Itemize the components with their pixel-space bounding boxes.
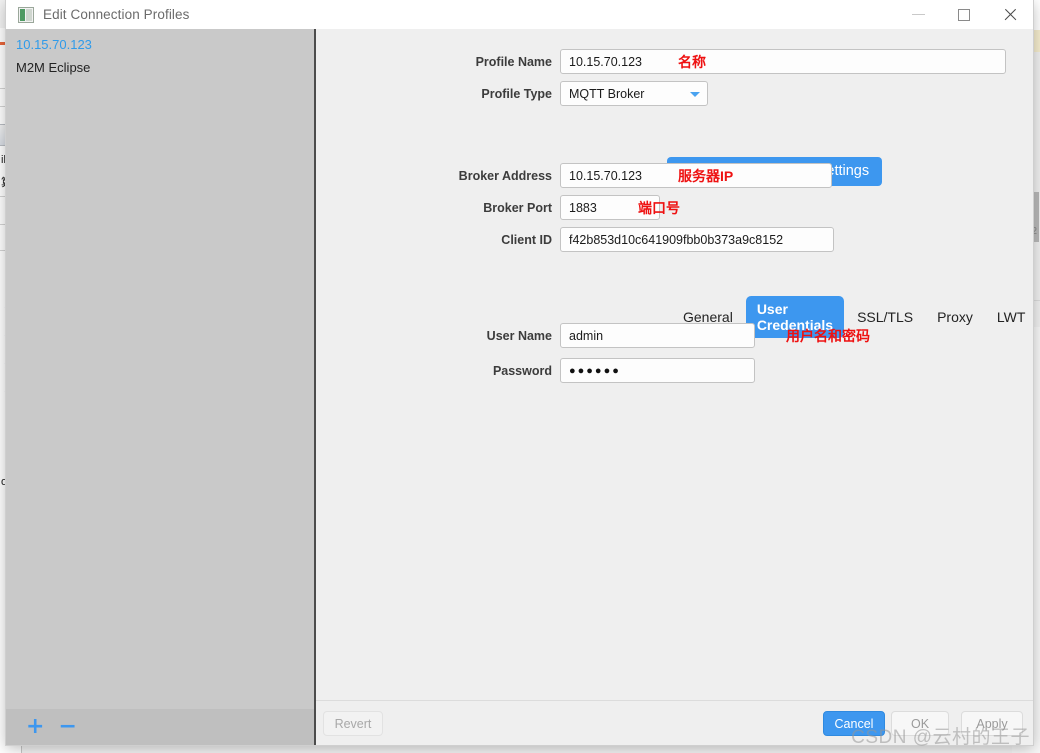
profile-type-value: MQTT Broker: [569, 86, 645, 101]
profile-type-row: Profile Type MQTT Broker: [316, 81, 1033, 106]
chevron-down-icon: [690, 91, 700, 97]
profile-list-toolbar: + −: [6, 709, 314, 745]
csdn-watermark: CSDN @云村的王子: [851, 727, 1030, 748]
close-icon: [1003, 8, 1017, 22]
profile-list: 10.15.70.123 M2M Eclipse: [6, 29, 314, 79]
password-row: Password ●●●●●●: [316, 358, 1033, 383]
close-button[interactable]: [987, 0, 1033, 29]
profile-list-item-selected[interactable]: 10.15.70.123: [6, 33, 314, 56]
profile-name-annotation: 名称: [678, 53, 706, 70]
remove-profile-icon[interactable]: −: [58, 716, 76, 738]
broker-port-row: Broker Port 1883 端口号: [316, 195, 1033, 220]
profile-list-item[interactable]: M2M Eclipse: [6, 56, 314, 79]
profile-name-label: Profile Name: [475, 54, 552, 69]
window-panel-icon: [18, 6, 34, 23]
broker-port-annotation: 端口号: [638, 199, 680, 216]
maximize-icon: [958, 8, 970, 21]
profile-type-select[interactable]: MQTT Broker: [560, 81, 708, 106]
add-profile-icon[interactable]: +: [26, 716, 44, 738]
revert-button[interactable]: Revert: [323, 711, 383, 736]
client-id-input[interactable]: f42b853d10c641909fbb0b373a9c8152: [560, 227, 834, 252]
dialog-title: Edit Connection Profiles: [43, 7, 190, 22]
password-input[interactable]: ●●●●●●: [560, 358, 755, 383]
dialog-title-bar[interactable]: Edit Connection Profiles: [6, 0, 1033, 29]
user-name-label: User Name: [486, 328, 552, 343]
profile-name-input[interactable]: 10.15.70.123: [560, 49, 1006, 74]
window-controls: [895, 0, 1033, 29]
credentials-annotation: 用户名和密码: [786, 327, 870, 344]
minimize-icon: [911, 14, 925, 15]
client-id-label: Client ID: [501, 232, 552, 247]
broker-port-label: Broker Port: [483, 200, 552, 215]
profile-type-label: Profile Type: [481, 86, 552, 101]
broker-address-row: Broker Address 10.15.70.123 服务器IP: [316, 163, 1033, 188]
minimize-button[interactable]: [895, 0, 941, 29]
edit-connection-profiles-dialog: Edit Connection Profiles 10.15.70.123 M2…: [6, 0, 1033, 745]
user-name-input[interactable]: admin: [560, 323, 755, 348]
broker-address-label: Broker Address: [458, 168, 552, 183]
maximize-button[interactable]: [941, 0, 987, 29]
user-name-row: User Name admin 用户名和密码: [316, 323, 1033, 348]
profiles-sidebar: 10.15.70.123 M2M Eclipse + −: [6, 29, 316, 745]
dialog-body: 10.15.70.123 M2M Eclipse + − Profile Nam…: [6, 29, 1033, 745]
client-id-row: Client ID f42b853d10c641909fbb0b373a9c81…: [316, 227, 1033, 252]
broker-address-annotation: 服务器IP: [678, 167, 734, 184]
profile-name-row: Profile Name 10.15.70.123 名称: [316, 49, 1033, 74]
password-label: Password: [492, 363, 552, 378]
profile-editor-panel: Profile Name 10.15.70.123 名称 Profile Typ…: [316, 29, 1033, 745]
